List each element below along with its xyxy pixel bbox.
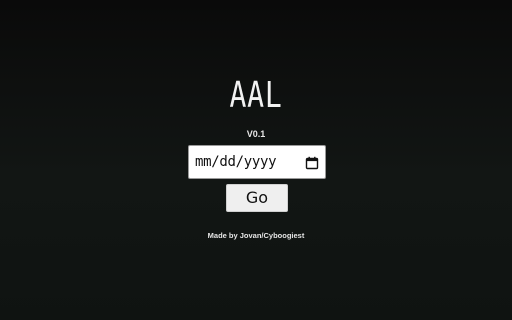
calendar-icon[interactable] — [305, 155, 319, 170]
date-input[interactable]: mm/dd/yyyy — [188, 145, 326, 179]
date-placeholder: mm/dd/yyyy — [195, 154, 277, 170]
credit-text: Made by Jovan/Cyboogiest — [207, 231, 305, 240]
app-screen: AAL V0.1 mm/dd/yyyy Go Made by Jovan/Cyb… — [0, 0, 512, 320]
version-label: V0.1 — [246, 129, 266, 139]
go-button[interactable]: Go — [226, 184, 288, 212]
app-title: AAL — [229, 75, 283, 116]
